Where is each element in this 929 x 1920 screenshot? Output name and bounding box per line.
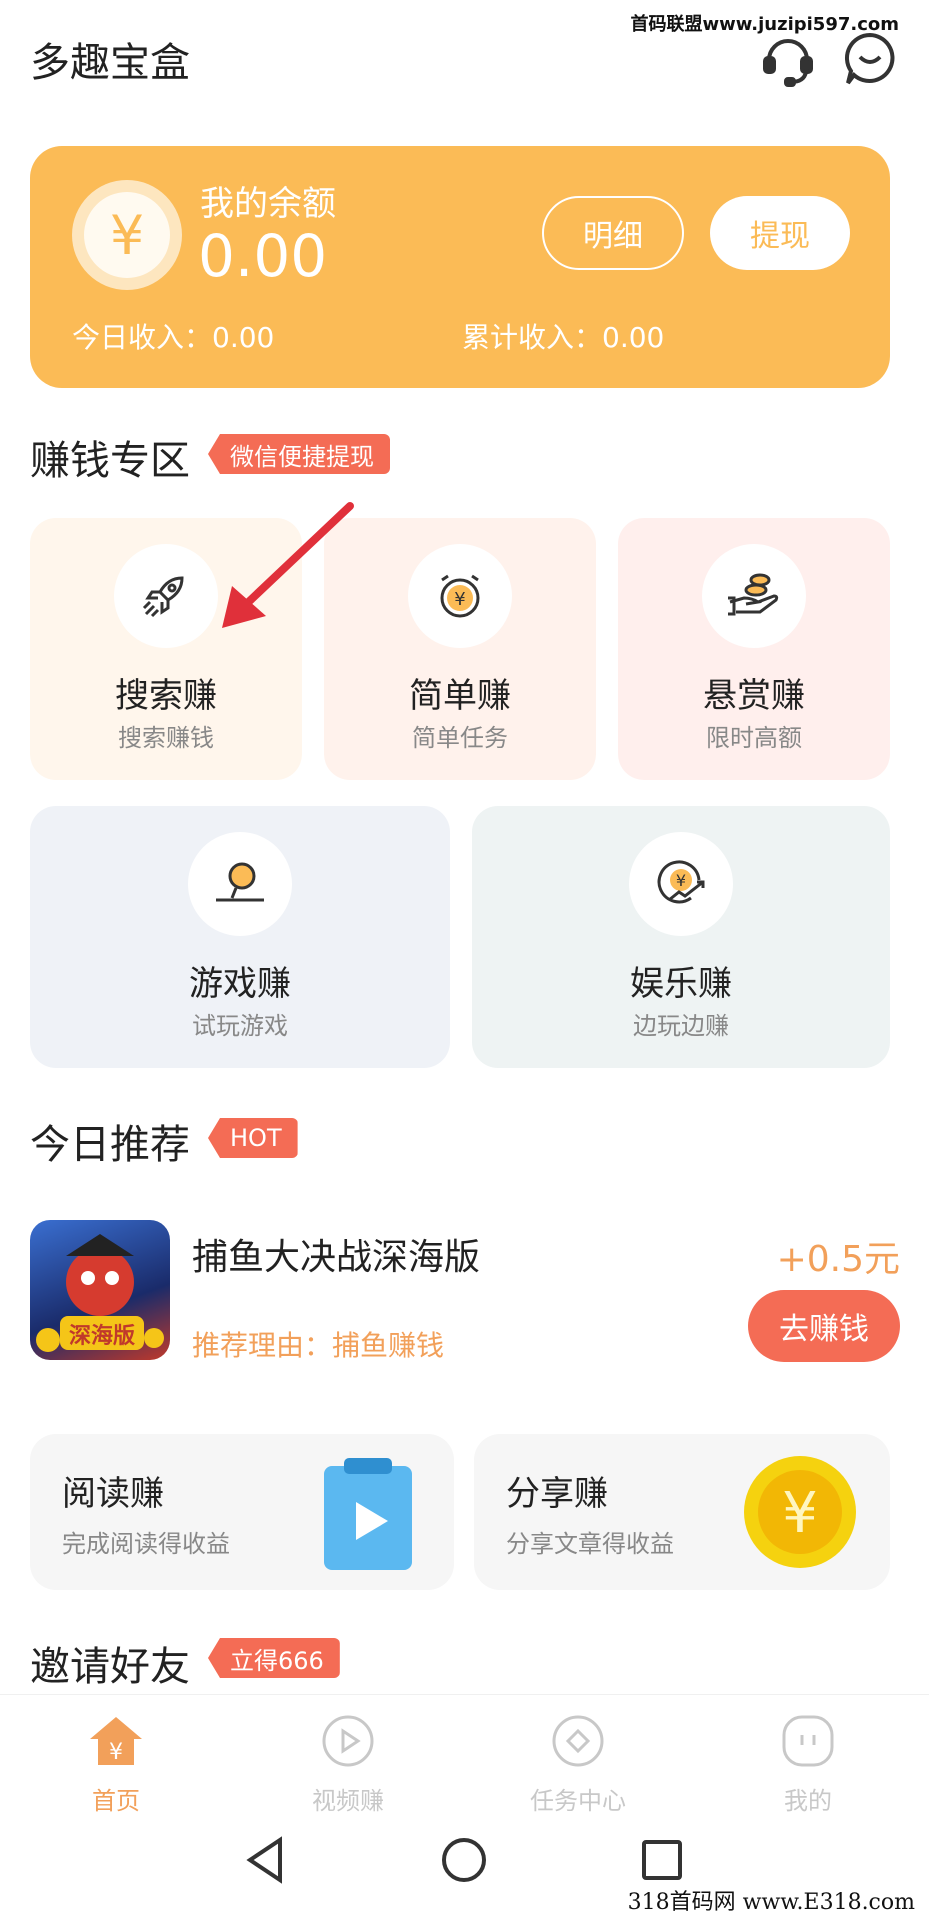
watermark-bottom: 318首码网 www.E318.com xyxy=(627,1890,915,1915)
tile-simple-earn[interactable]: ¥ 简单赚 简单任务 xyxy=(324,518,596,780)
card-subtitle: 完成阅读得收益 xyxy=(62,1530,230,1558)
nav-home[interactable]: ¥ 首页 xyxy=(46,1713,186,1816)
nav-label: 首页 xyxy=(92,1787,140,1815)
rocket-icon xyxy=(114,544,218,648)
go-earn-button[interactable]: 去赚钱 xyxy=(748,1290,900,1362)
svg-text:¥: ¥ xyxy=(782,1481,818,1546)
task-icon xyxy=(552,1715,604,1767)
tile-subtitle: 简单任务 xyxy=(412,724,508,752)
home-icon: ¥ xyxy=(90,1717,142,1765)
game-ball-icon xyxy=(188,832,292,936)
game-app-icon: 深海版 xyxy=(30,1220,170,1360)
coin-trend-icon: ¥ xyxy=(629,832,733,936)
recommend-item-reward: +0.5元 xyxy=(776,1239,900,1280)
pointer-arrow-icon xyxy=(222,502,354,628)
detail-button[interactable]: 明细 xyxy=(542,196,684,270)
tile-title: 简单赚 xyxy=(409,676,511,716)
wechat-withdraw-tag: 微信便捷提现 xyxy=(208,434,390,474)
home-circle-icon[interactable] xyxy=(434,1830,494,1890)
nav-label: 任务中心 xyxy=(530,1787,626,1815)
recommend-item-reason: 推荐理由：捕鱼赚钱 xyxy=(192,1329,445,1362)
tile-subtitle: 试玩游戏 xyxy=(192,1012,288,1040)
tile-title: 游戏赚 xyxy=(189,964,291,1004)
clipboard-play-icon xyxy=(324,1458,412,1570)
nav-tasks[interactable]: 任务中心 xyxy=(508,1713,648,1816)
tile-subtitle: 搜索赚钱 xyxy=(118,724,214,752)
nav-profile[interactable]: 我的 xyxy=(738,1713,878,1816)
app-header: 多趣宝盒 xyxy=(30,30,899,90)
withdraw-button[interactable]: 提现 xyxy=(710,196,850,270)
tile-fun-earn[interactable]: ¥ 娱乐赚 边玩边赚 xyxy=(472,806,890,1068)
headset-icon[interactable] xyxy=(759,30,817,88)
yuan-coin-icon: ¥ xyxy=(72,180,182,290)
back-icon[interactable] xyxy=(236,1830,296,1890)
recommend-section-title: 今日推荐 xyxy=(30,1122,190,1168)
tile-subtitle: 限时高额 xyxy=(706,724,802,752)
tile-game-earn[interactable]: 游戏赚 试玩游戏 xyxy=(30,806,450,1068)
alarm-coin-icon: ¥ xyxy=(408,544,512,648)
card-title: 阅读赚 xyxy=(62,1474,164,1514)
balance-card: ¥ 我的余额 0.00 明细 提现 今日收入：0.00 累计收入：0.00 xyxy=(30,146,890,388)
tile-title: 悬赏赚 xyxy=(703,676,805,716)
svg-text:¥: ¥ xyxy=(676,871,686,890)
nav-label: 视频赚 xyxy=(312,1787,384,1815)
invite-bonus-tag: 立得666 xyxy=(208,1638,340,1678)
read-earn-card[interactable]: 阅读赚 完成阅读得收益 xyxy=(30,1434,454,1590)
gold-coin-icon: ¥ xyxy=(744,1456,856,1568)
earn-section-title: 赚钱专区 xyxy=(30,438,190,484)
profile-icon xyxy=(782,1715,834,1767)
invite-section-title: 邀请好友 xyxy=(30,1644,190,1690)
currency-symbol: ¥ xyxy=(84,192,170,278)
smile-chat-icon[interactable] xyxy=(841,30,899,88)
nav-video[interactable]: 视频赚 xyxy=(278,1713,418,1816)
card-title: 分享赚 xyxy=(506,1474,608,1514)
nav-label: 我的 xyxy=(784,1787,832,1815)
svg-text:¥: ¥ xyxy=(454,589,465,610)
game-icon-text: 深海版 xyxy=(68,1324,135,1349)
balance-value: 0.00 xyxy=(198,222,328,290)
tile-title: 搜索赚 xyxy=(115,676,217,716)
recommend-item[interactable]: 深海版 捕鱼大决战深海版 推荐理由：捕鱼赚钱 +0.5元 去赚钱 xyxy=(30,1220,900,1370)
bottom-nav: ¥ 首页 视频赚 任务中心 我的 xyxy=(0,1694,929,1824)
svg-text:¥: ¥ xyxy=(109,1740,123,1765)
hot-tag: HOT xyxy=(208,1118,298,1158)
card-subtitle: 分享文章得收益 xyxy=(506,1530,674,1558)
total-income: 累计收入：0.00 xyxy=(462,321,665,354)
tile-title: 娱乐赚 xyxy=(630,964,732,1004)
share-earn-card[interactable]: 分享赚 分享文章得收益 ¥ xyxy=(474,1434,890,1590)
today-income: 今日收入：0.00 xyxy=(72,321,275,354)
hand-coins-icon xyxy=(702,544,806,648)
recents-icon[interactable] xyxy=(632,1830,692,1890)
tile-subtitle: 边玩边赚 xyxy=(633,1012,729,1040)
tile-reward-earn[interactable]: 悬赏赚 限时高额 xyxy=(618,518,890,780)
app-title: 多趣宝盒 xyxy=(30,40,190,86)
video-icon xyxy=(322,1715,374,1767)
balance-label: 我的余额 xyxy=(200,184,336,224)
recommend-item-title: 捕鱼大决战深海版 xyxy=(192,1237,481,1278)
